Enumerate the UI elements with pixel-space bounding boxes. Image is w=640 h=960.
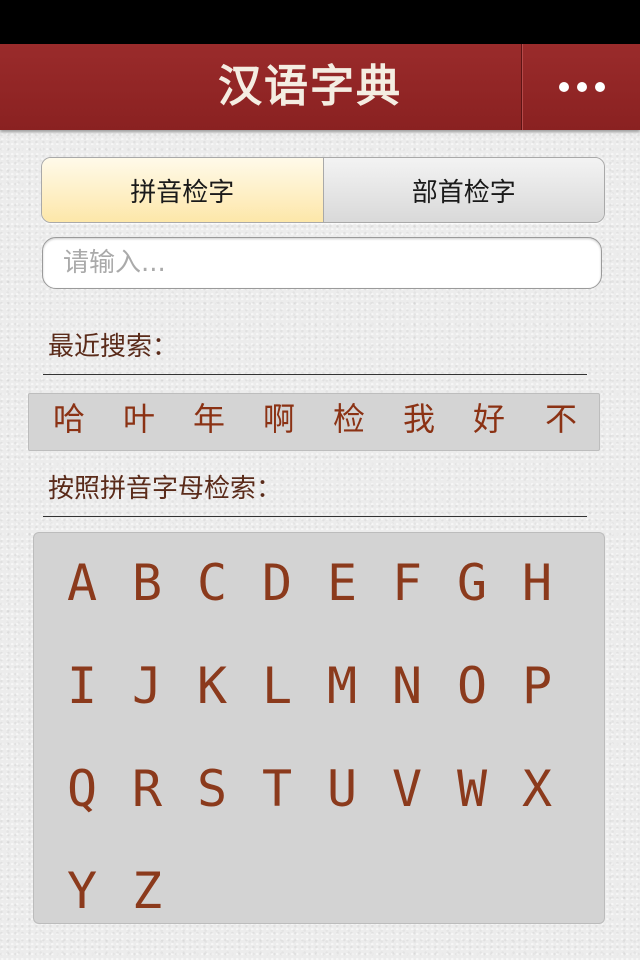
recent-item[interactable]: 哈 [39, 394, 99, 450]
recent-item[interactable]: 叶 [109, 394, 169, 450]
letter-e[interactable]: E [312, 543, 372, 623]
alphabet-grid: A B C D E F G H I J K L M N O P Q R S T … [33, 532, 605, 924]
letter-v[interactable]: V [377, 749, 437, 829]
letter-i[interactable]: I [52, 646, 112, 726]
letter-a[interactable]: A [52, 543, 112, 623]
letter-y[interactable]: Y [52, 851, 112, 931]
letter-h[interactable]: H [507, 543, 567, 623]
letter-n[interactable]: N [377, 646, 437, 726]
letter-d[interactable]: D [247, 543, 307, 623]
more-icon-dot [594, 82, 605, 92]
letter-f[interactable]: F [377, 543, 437, 623]
nav-bar: 汉语字典 [0, 44, 640, 130]
more-button[interactable] [523, 44, 640, 130]
recent-list: 哈 叶 年 啊 检 我 好 不 [28, 393, 600, 451]
search-field [42, 237, 602, 289]
letter-q[interactable]: Q [52, 749, 112, 829]
letter-x[interactable]: X [507, 749, 567, 829]
letter-s[interactable]: S [182, 749, 242, 829]
letter-w[interactable]: W [442, 749, 502, 829]
recent-item[interactable]: 不 [531, 394, 591, 450]
search-mode-tabs: 拼音检字 部首检字 [41, 157, 605, 223]
recent-divider [43, 374, 587, 375]
letter-o[interactable]: O [442, 646, 502, 726]
letter-g[interactable]: G [442, 543, 502, 623]
letter-j[interactable]: J [117, 646, 177, 726]
recent-item[interactable]: 啊 [249, 394, 309, 450]
alphabet-label: 按照拼音字母检索： [48, 474, 283, 504]
letter-u[interactable]: U [312, 749, 372, 829]
letter-z[interactable]: Z [117, 851, 177, 931]
more-icon-dot [558, 82, 569, 92]
letter-l[interactable]: L [247, 646, 307, 726]
tab-radical[interactable]: 部首检字 [323, 158, 604, 222]
recent-item[interactable]: 我 [389, 394, 449, 450]
tab-pinyin[interactable]: 拼音检字 [42, 158, 324, 222]
status-bar [0, 0, 640, 44]
letter-m[interactable]: M [312, 646, 372, 726]
recent-item[interactable]: 年 [179, 394, 239, 450]
letter-c[interactable]: C [182, 543, 242, 623]
recent-item[interactable]: 检 [319, 394, 379, 450]
letter-k[interactable]: K [182, 646, 242, 726]
letter-r[interactable]: R [117, 749, 177, 829]
recent-label: 最近搜索： [48, 332, 179, 362]
letter-p[interactable]: P [507, 646, 567, 726]
letter-t[interactable]: T [247, 749, 307, 829]
recent-item[interactable]: 好 [459, 394, 519, 450]
more-icon-dot [576, 82, 587, 92]
letter-b[interactable]: B [117, 543, 177, 623]
search-input[interactable] [61, 238, 585, 288]
alphabet-divider [43, 516, 587, 517]
